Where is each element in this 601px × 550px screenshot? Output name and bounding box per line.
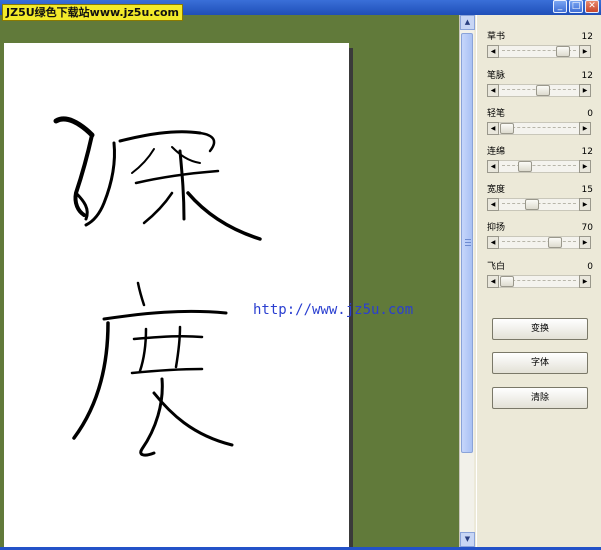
- slider-rail[interactable]: [500, 237, 578, 248]
- slider-left-arrow[interactable]: ◀: [487, 275, 499, 288]
- thumb-grip: [465, 242, 471, 243]
- slider-label: 抑扬: [487, 223, 506, 233]
- slider-right-arrow[interactable]: ▶: [579, 275, 591, 288]
- slider-ticks: [502, 203, 576, 205]
- slider-left-arrow[interactable]: ◀: [487, 236, 499, 249]
- slider-label: 轻笔: [487, 109, 506, 119]
- transform-button[interactable]: 变换: [492, 318, 588, 340]
- slider-thumb[interactable]: [536, 85, 550, 96]
- slider-control: 飞白 0 ◀ ▶: [485, 262, 595, 292]
- slider-left-arrow[interactable]: ◀: [487, 122, 499, 135]
- paper-sheet[interactable]: [4, 43, 349, 547]
- slider-thumb[interactable]: [500, 276, 514, 287]
- slider-thumb[interactable]: [556, 46, 570, 57]
- minimize-button[interactable]: _: [553, 0, 567, 13]
- slider-right-arrow[interactable]: ▶: [579, 45, 591, 58]
- slider-value: 15: [581, 185, 593, 195]
- scroll-up-button[interactable]: ▲: [460, 15, 475, 30]
- slider-value: 0: [587, 109, 593, 119]
- thumb-grip: [465, 245, 471, 246]
- slider-control: 轻笔 0 ◀ ▶: [485, 109, 595, 139]
- slider-left-arrow[interactable]: ◀: [487, 45, 499, 58]
- canvas-vertical-scrollbar[interactable]: ▲ ▼: [459, 15, 475, 547]
- slider-rail[interactable]: [500, 161, 578, 172]
- slider-track[interactable]: ◀ ▶: [487, 122, 591, 135]
- slider-right-arrow[interactable]: ▶: [579, 84, 591, 97]
- slider-control: 宽度 15 ◀ ▶: [485, 185, 595, 215]
- slider-value: 70: [581, 223, 593, 233]
- slider-right-arrow[interactable]: ▶: [579, 160, 591, 173]
- slider-right-arrow[interactable]: ▶: [579, 198, 591, 211]
- slider-track[interactable]: ◀ ▶: [487, 84, 591, 97]
- slider-rail[interactable]: [500, 123, 578, 134]
- close-button[interactable]: ✕: [585, 0, 599, 13]
- slider-label: 飞白: [487, 262, 506, 272]
- slider-track[interactable]: ◀ ▶: [487, 275, 591, 288]
- slider-control: 草书 12 ◀ ▶: [485, 32, 595, 62]
- maximize-button[interactable]: □: [569, 0, 583, 13]
- url-watermark: http://www.jz5u.com: [253, 302, 414, 318]
- slider-left-arrow[interactable]: ◀: [487, 84, 499, 97]
- app-window: _ □ ✕ JZ5U绿色下载站www.jz5u.com http://www.j…: [0, 0, 601, 550]
- slider-label: 宽度: [487, 185, 506, 195]
- slider-thumb[interactable]: [548, 237, 562, 248]
- slider-rail[interactable]: [500, 199, 578, 210]
- slider-track[interactable]: ◀ ▶: [487, 198, 591, 211]
- slider-label: 草书: [487, 32, 506, 42]
- slider-left-arrow[interactable]: ◀: [487, 160, 499, 173]
- slider-right-arrow[interactable]: ▶: [579, 236, 591, 249]
- drawing-canvas-area[interactable]: [0, 15, 459, 547]
- scroll-thumb[interactable]: [461, 33, 473, 453]
- settings-panel: 草书 12 ◀ ▶ 笔脉 12 ◀ ▶ 轻笔 0 ◀ ▶ 连绵 12 ◀ ▶ 宽度 15 ◀ ▶ 抑扬 70 ◀ ▶ 飞白 0 ◀ ▶…: [476, 15, 601, 547]
- slider-control: 连绵 12 ◀ ▶: [485, 147, 595, 177]
- slider-control: 抑扬 70 ◀ ▶: [485, 223, 595, 253]
- slider-label: 连绵: [487, 147, 506, 157]
- slider-track[interactable]: ◀ ▶: [487, 236, 591, 249]
- font-button[interactable]: 字体: [492, 352, 588, 374]
- clear-button[interactable]: 清除: [492, 387, 588, 409]
- scroll-down-button[interactable]: ▼: [460, 532, 475, 547]
- watermark-badge: JZ5U绿色下载站www.jz5u.com: [2, 4, 183, 21]
- slider-thumb[interactable]: [500, 123, 514, 134]
- slider-right-arrow[interactable]: ▶: [579, 122, 591, 135]
- window-controls: _ □ ✕: [553, 0, 599, 13]
- slider-left-arrow[interactable]: ◀: [487, 198, 499, 211]
- slider-ticks: [502, 241, 576, 243]
- calligraphy-artwork: [53, 116, 262, 457]
- slider-thumb[interactable]: [525, 199, 539, 210]
- slider-value: 12: [581, 32, 593, 42]
- slider-label: 笔脉: [487, 71, 506, 81]
- slider-ticks: [502, 165, 576, 167]
- slider-rail[interactable]: [500, 276, 578, 287]
- slider-value: 12: [581, 147, 593, 157]
- slider-track[interactable]: ◀ ▶: [487, 45, 591, 58]
- thumb-grip: [465, 239, 471, 240]
- slider-control: 笔脉 12 ◀ ▶: [485, 71, 595, 101]
- slider-value: 12: [581, 71, 593, 81]
- slider-rail[interactable]: [500, 46, 578, 57]
- slider-track[interactable]: ◀ ▶: [487, 160, 591, 173]
- slider-rail[interactable]: [500, 85, 578, 96]
- slider-thumb[interactable]: [518, 161, 532, 172]
- slider-value: 0: [587, 262, 593, 272]
